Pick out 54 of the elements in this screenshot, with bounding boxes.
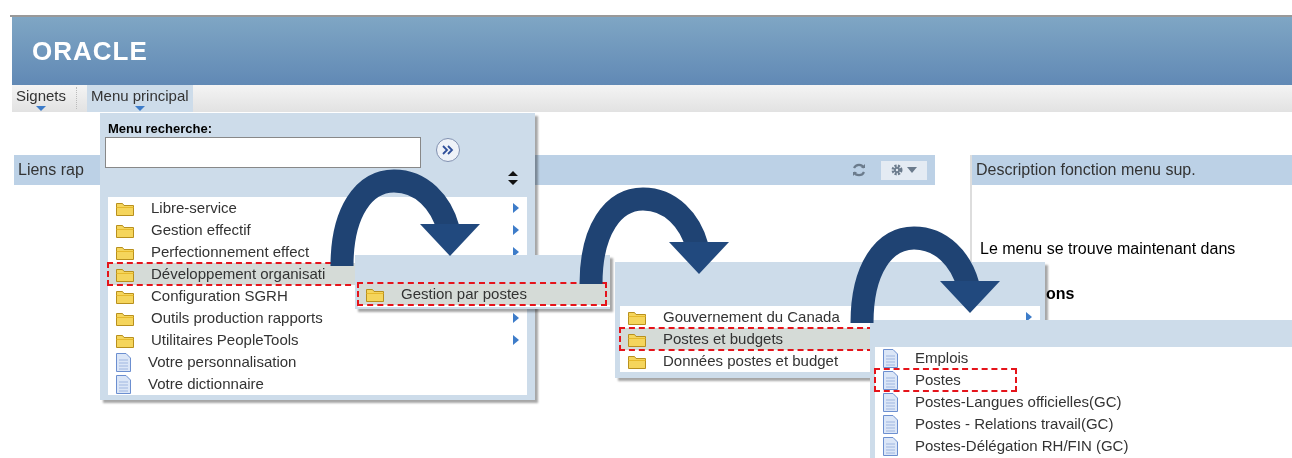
settings-button[interactable] [881, 160, 927, 180]
search-button[interactable] [436, 138, 460, 162]
menu-item[interactable]: Outils production rapports [108, 307, 323, 329]
menu-item[interactable]: Utilitaires PeopleTools [108, 329, 299, 351]
panel-title: Liens rap [18, 160, 84, 180]
folder-icon [116, 310, 134, 326]
menu-item[interactable]: Configuration SGRH [108, 285, 288, 307]
folder-icon [116, 222, 134, 238]
menu-item[interactable]: Votre dictionnaire [108, 373, 264, 395]
document-icon [883, 392, 898, 412]
menu-item[interactable]: Postes-Langues officielles(GC) [875, 391, 1122, 413]
refresh-icon[interactable] [851, 162, 867, 178]
folder-icon [116, 332, 134, 348]
document-icon [883, 436, 898, 456]
menu-item[interactable]: Gouvernement du Canada [620, 306, 840, 328]
menu-item[interactable]: Postes-Délégation RH/FIN (GC) [875, 435, 1129, 457]
folder-icon [628, 331, 646, 347]
document-icon [116, 374, 131, 394]
menu-item[interactable]: Postes - Relations travail(GC) [875, 413, 1114, 435]
menu-item[interactable]: Gestion effectif [108, 219, 251, 241]
oracle-logo: ORACLE [32, 34, 148, 68]
search-label: Menu recherche: [108, 120, 213, 138]
menu-item[interactable]: Postes [875, 369, 1016, 391]
settings-icon [891, 164, 903, 176]
menu-item[interactable]: Votre personnalisation [108, 351, 297, 373]
menu-item[interactable]: Perfectionnement effect [108, 241, 310, 263]
menu-item[interactable]: Développement organisati [108, 263, 360, 285]
document-icon [883, 370, 898, 390]
menu-item[interactable]: Emplois [875, 347, 969, 369]
document-icon [116, 352, 131, 372]
menu-item[interactable]: Gestion par postes [358, 283, 606, 305]
double-chevron-icon [442, 145, 454, 155]
folder-icon [116, 266, 134, 282]
menu-item[interactable]: Données postes et budget [620, 350, 839, 372]
menu-item[interactable]: Libre-service [108, 197, 237, 219]
menu-item[interactable]: Postes et budgets [620, 328, 872, 350]
caret-icon [36, 106, 46, 111]
nav-tab[interactable]: Menu principal [87, 85, 193, 112]
section-heading: ons [1046, 284, 1075, 304]
caret-icon [134, 106, 145, 111]
nav-tab[interactable]: Signets [12, 85, 71, 112]
document-icon [883, 348, 898, 368]
folder-icon [116, 288, 134, 304]
search-field[interactable] [105, 137, 421, 168]
folder-icon [116, 200, 134, 216]
folder-icon [628, 309, 646, 325]
caret-icon [907, 167, 917, 173]
description-text: Le menu se trouve maintenant dans [980, 239, 1236, 259]
panel-title: Description fonction menu sup. [976, 160, 1196, 180]
folder-icon [366, 286, 384, 302]
document-icon [883, 414, 898, 434]
sort-icon[interactable] [507, 170, 519, 186]
folder-icon [628, 353, 646, 369]
folder-icon [116, 244, 134, 260]
